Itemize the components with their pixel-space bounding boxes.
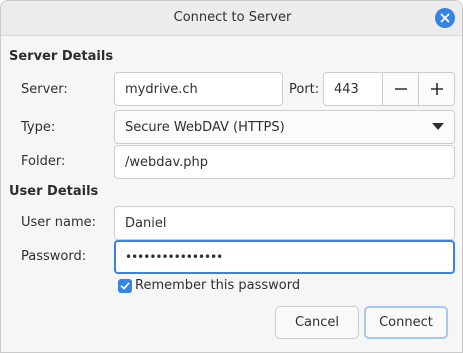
close-button[interactable] <box>435 8 455 28</box>
password-value: •••••••••••••••• <box>125 250 223 264</box>
port-decrement-button[interactable] <box>382 72 419 106</box>
connect-to-server-dialog: Connect to Server Server Details Server:… <box>0 0 463 353</box>
password-label: Password: <box>21 249 87 264</box>
titlebar[interactable]: Connect to Server <box>1 1 462 36</box>
port-value: 443 <box>334 81 359 97</box>
type-value: Secure WebDAV (HTTPS) <box>125 119 285 135</box>
port-input[interactable]: 443 <box>323 72 383 106</box>
connect-button[interactable]: Connect <box>364 306 448 339</box>
remember-password-checkbox[interactable] <box>118 279 132 293</box>
server-input[interactable]: mydrive.ch <box>114 72 283 106</box>
password-input[interactable]: •••••••••••••••• <box>114 240 455 274</box>
plus-icon <box>430 83 443 95</box>
folder-value: /webdav.php <box>125 154 209 170</box>
minus-icon <box>394 88 407 90</box>
close-icon <box>440 13 450 23</box>
server-value: mydrive.ch <box>125 81 198 97</box>
window-title: Connect to Server <box>173 10 292 25</box>
username-value: Daniel <box>125 215 167 231</box>
port-label: Port: <box>289 82 320 97</box>
port-increment-button[interactable] <box>418 72 455 106</box>
cancel-button[interactable]: Cancel <box>275 306 359 339</box>
user-details-heading: User Details <box>9 184 99 199</box>
checkmark-icon <box>120 282 130 290</box>
server-details-heading: Server Details <box>9 49 114 64</box>
type-label: Type: <box>21 120 56 135</box>
type-dropdown[interactable]: Secure WebDAV (HTTPS) <box>114 110 455 144</box>
folder-input[interactable]: /webdav.php <box>114 145 455 179</box>
username-label: User name: <box>21 215 97 230</box>
username-input[interactable]: Daniel <box>114 206 455 240</box>
folder-label: Folder: <box>21 154 66 169</box>
server-label: Server: <box>21 82 68 97</box>
remember-password-label[interactable]: Remember this password <box>135 278 300 293</box>
dropdown-arrow-icon <box>432 123 444 130</box>
